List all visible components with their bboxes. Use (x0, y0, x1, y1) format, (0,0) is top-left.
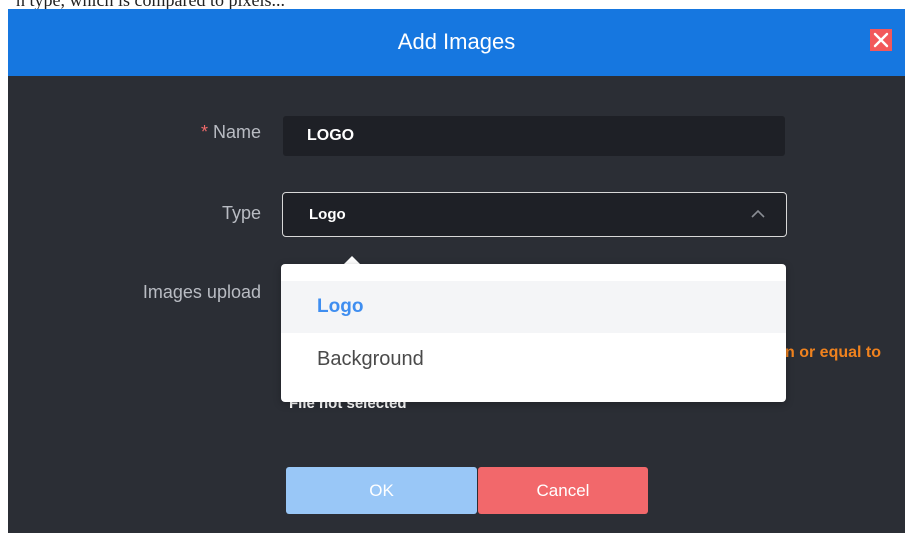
dropdown-option-logo[interactable]: Logo (281, 281, 786, 333)
size-hint: n or equal to (785, 344, 881, 361)
type-dropdown-menu: Logo Background (281, 264, 786, 402)
chevron-up-icon (751, 209, 765, 218)
close-button[interactable] (870, 29, 892, 51)
cancel-button[interactable]: Cancel (478, 467, 648, 514)
add-images-dialog: Add Images * Name LOGO Type Logo Images … (8, 9, 905, 533)
ok-button[interactable]: OK (286, 467, 477, 514)
type-label: Type (221, 203, 261, 223)
close-icon (873, 32, 889, 48)
required-mark: * (200, 122, 208, 142)
name-label: * Name (201, 122, 261, 143)
name-label-text: Name (212, 122, 261, 142)
type-select-value: Logo (309, 206, 346, 223)
dialog-title: Add Images (397, 29, 516, 54)
type-select[interactable]: Logo (282, 192, 787, 237)
dialog-titlebar: Add Images (8, 9, 905, 76)
dropdown-option-background[interactable]: Background (281, 333, 786, 385)
name-input[interactable]: LOGO (283, 116, 785, 156)
images-upload-label: Images upload (142, 282, 261, 302)
